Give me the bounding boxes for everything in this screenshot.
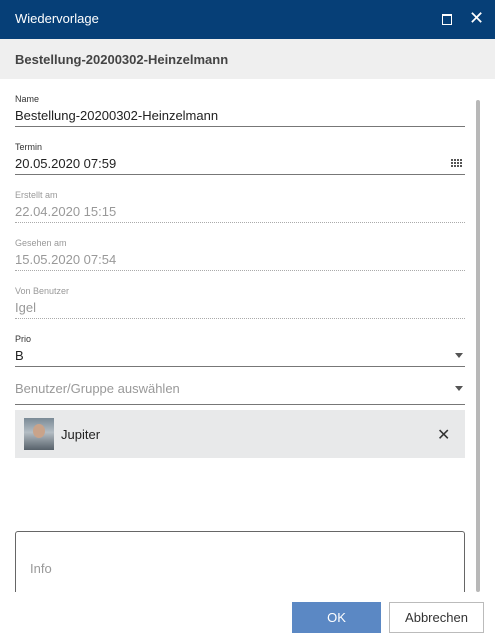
von-benutzer-label: Von Benutzer <box>15 286 70 296</box>
benutzer-gruppe-underline <box>15 404 465 405</box>
dialog-title: Wiedervorlage <box>15 11 99 26</box>
cancel-button[interactable]: Abbrechen <box>389 602 484 633</box>
chevron-down-icon[interactable] <box>455 353 463 358</box>
dialog-titlebar: Wiedervorlage ✕ <box>0 0 495 39</box>
maximize-icon <box>442 14 452 25</box>
termin-field[interactable]: Termin 20.05.2020 07:59 <box>15 142 465 175</box>
name-value[interactable]: Bestellung-20200302-Heinzelmann <box>15 108 465 125</box>
erstellt-underline <box>15 222 465 223</box>
von-benutzer-field: Von Benutzer Igel <box>15 286 465 319</box>
chevron-down-icon[interactable] <box>455 386 463 391</box>
document-title: Bestellung-20200302-Heinzelmann <box>15 52 229 67</box>
gesehen-label: Gesehen am <box>15 238 67 248</box>
termin-value[interactable]: 20.05.2020 07:59 <box>15 156 465 173</box>
gesehen-value: 15.05.2020 07:54 <box>15 252 117 267</box>
termin-underline <box>15 174 465 175</box>
prio-underline <box>15 366 465 367</box>
von-benutzer-value: Igel <box>15 300 36 315</box>
prio-select[interactable]: Prio B <box>15 334 465 367</box>
dialog-footer: OK Abbrechen <box>0 592 495 640</box>
avatar <box>24 418 54 450</box>
gesehen-underline <box>15 270 465 271</box>
erstellt-field: Erstellt am 22.04.2020 15:15 <box>15 190 465 223</box>
recipient-chip: Jupiter ✕ <box>15 410 465 458</box>
ok-button[interactable]: OK <box>292 602 381 633</box>
document-header: Bestellung-20200302-Heinzelmann <box>0 39 495 79</box>
recipient-name: Jupiter <box>61 427 101 442</box>
termin-label: Termin <box>15 142 43 152</box>
close-icon: ✕ <box>469 8 485 28</box>
gesehen-field: Gesehen am 15.05.2020 07:54 <box>15 238 465 271</box>
calendar-grid-icon[interactable] <box>451 159 463 169</box>
erstellt-value: 22.04.2020 15:15 <box>15 204 117 219</box>
von-benutzer-underline <box>15 318 465 319</box>
prio-value[interactable]: B <box>15 348 465 365</box>
benutzer-gruppe-select[interactable]: Benutzer/Gruppe auswählen <box>15 372 465 405</box>
info-placeholder: Info <box>30 561 52 576</box>
maximize-button[interactable] <box>436 8 458 30</box>
name-field[interactable]: Name Bestellung-20200302-Heinzelmann <box>15 94 465 127</box>
scrollbar[interactable] <box>476 100 480 592</box>
remove-recipient-button[interactable]: ✕ <box>437 425 450 445</box>
erstellt-label: Erstellt am <box>15 190 58 200</box>
prio-label: Prio <box>15 334 32 344</box>
name-label: Name <box>15 94 40 104</box>
close-button[interactable]: ✕ <box>466 8 488 30</box>
benutzer-gruppe-placeholder[interactable]: Benutzer/Gruppe auswählen <box>15 381 465 398</box>
name-underline <box>15 126 465 127</box>
